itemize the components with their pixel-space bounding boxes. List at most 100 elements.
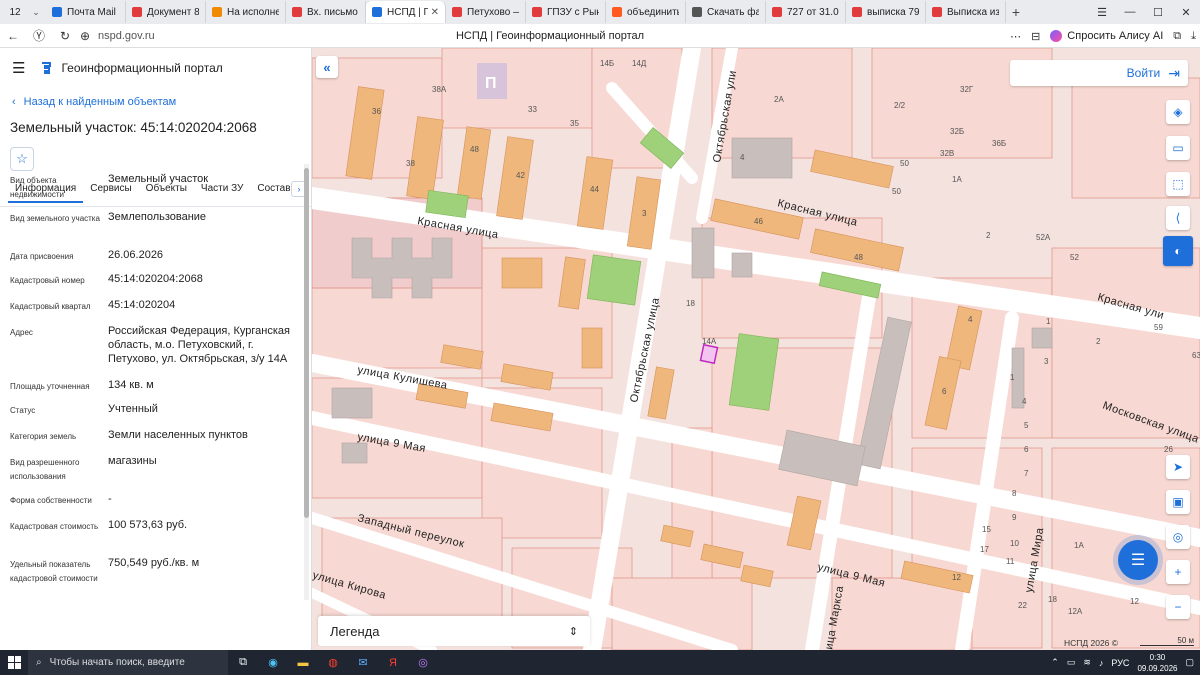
layers-icon[interactable]: ◈ [1166,100,1190,124]
property-key: Вид объекта недвижимости [10,176,64,199]
file-explorer-icon[interactable]: ▬ [288,650,318,675]
property-key: Форма собственности [10,496,92,505]
close-window-button[interactable]: ✕ [1172,6,1200,19]
browser-tab[interactable]: Документ 84... [126,1,206,23]
house-number-label: 48 [854,253,863,262]
zoom-in-button[interactable]: + [1166,560,1190,584]
wifi-icon[interactable]: ≋ [1083,657,1091,668]
property-key: Кадастровый номер [10,276,85,285]
notifications-icon[interactable]: ▢ [1185,657,1194,668]
house-number-label: 36 [372,107,381,116]
language-indicator[interactable]: РУС [1111,658,1129,668]
tab-label: ГПЗУ с Рынк... [547,6,599,18]
minimize-button[interactable]: — [1116,6,1144,18]
browser-tab[interactable]: выписка 791... [846,1,926,23]
property-key: Вид разрешенного использования [10,458,80,481]
tab-count-badge[interactable]: 12 [4,3,26,21]
collapse-panel-button[interactable]: « [316,56,338,78]
bookmark-icon[interactable]: ⊟ [1031,30,1040,43]
volume-icon[interactable]: ♪ [1099,658,1104,668]
browser-tab[interactable]: объединить ... [606,1,686,23]
yandex-icon[interactable]: Я [378,650,408,675]
hamburger-menu-icon[interactable]: ☰ [12,59,25,77]
page-menu-icon[interactable]: ⋯ [1010,30,1021,43]
property-value: 100 573,63 руб. [108,519,188,531]
house-number-label: 11 [1006,557,1015,566]
alice-button[interactable]: Спросить Алису AI [1050,30,1163,42]
new-tab-button[interactable]: + [1006,4,1026,20]
ruler-icon[interactable]: ▭ [1166,136,1190,160]
location-arrow-icon[interactable]: ➤ [1166,455,1190,479]
property-key: Кадастровая стоимость [10,522,99,531]
house-number-label: 7 [1024,469,1029,478]
menu-icon[interactable]: ☰ [1088,6,1116,19]
task-view-icon[interactable]: ⧉ [228,650,258,675]
network-icon[interactable]: ▭ [1067,657,1076,668]
taskbar-search[interactable]: ⌕ Чтобы начать поиск, введите [28,650,228,675]
browser-tab[interactable]: На исполнен... [206,1,286,23]
browser-tab[interactable]: Вх. письмо от... [286,1,366,23]
browser-tab[interactable]: ГПЗУ с Рынк... [526,1,606,23]
house-number-label: 50 [900,159,909,168]
house-number-label: 32В [940,149,954,158]
app-icon[interactable]: ◎ [408,650,438,675]
browser-tab[interactable]: Почта Mail [46,1,126,23]
property-value: - [108,493,112,505]
house-number-label: 63 [1192,351,1200,360]
edge-icon[interactable]: ◉ [258,650,288,675]
yandex-browser-icon[interactable]: ◍ [318,650,348,675]
chevron-up-icon[interactable]: ⌃ [1051,657,1059,668]
tab-label: объединить ... [627,6,679,18]
search-placeholder: Чтобы начать поиск, введите [49,657,185,668]
download-icon[interactable]: ⤓ [1191,30,1196,43]
system-tray: ⌃ ▭ ≋ ♪ РУС 0:30 09.09.2026 ▢ [1051,650,1194,675]
selected-parcel[interactable] [699,343,719,365]
minimap-icon[interactable]: ▣ [1166,490,1190,514]
map-scale: 50 м [1140,636,1194,646]
login-button[interactable]: Войти ⇥ [1010,60,1188,86]
scrollbar-thumb[interactable] [304,168,309,518]
property-value: Учтенный [108,403,158,415]
house-number-label: 18 [1048,595,1057,604]
login-label: Войти [1126,66,1161,80]
tab-favicon-icon [452,7,462,17]
portal-title: Геоинформационный портал [61,61,223,75]
chevron-left-icon: ‹ [12,96,16,108]
house-number-label: 4 [968,315,973,324]
browser-tab[interactable]: 727 от 31.08.2... [766,1,846,23]
property-list: Вид объекта недвижимости Земельный участо… [0,172,300,594]
zoom-out-button[interactable]: − [1166,595,1190,619]
share-icon[interactable]: ⟨ [1166,206,1190,230]
chat-assistant-button[interactable]: ☰ [1118,540,1158,580]
browser-tab[interactable]: Петухово — к... [446,1,526,23]
close-tab-icon[interactable]: ✕ [431,7,439,18]
map-view[interactable]: П Красная улица Красная улица Красная ул… [312,48,1200,650]
house-number-label: 22 [1018,601,1027,610]
favorite-star-button[interactable]: ☆ [10,147,34,171]
house-number-label: 33 [528,105,537,114]
mail-app-icon[interactable]: ✉ [348,650,378,675]
house-number-label: 48 [470,145,479,154]
geolocate-icon[interactable]: ◎ [1166,525,1190,549]
property-key: Дата присвоения [10,252,74,261]
browser-tab[interactable]: НСПД | Гео✕ [366,1,446,23]
house-number-label: 2 [1096,337,1101,346]
property-value: магазины [108,455,157,467]
windows-start-icon[interactable] [0,656,28,669]
back-to-results-link[interactable]: ‹ Назад к найденным объектам [12,96,311,108]
clock[interactable]: 0:30 09.09.2026 [1137,652,1177,674]
map-canvas[interactable]: П Красная улица Красная улица Красная ул… [312,48,1200,650]
maximize-button[interactable]: ☐ [1144,6,1172,19]
house-number-label: 8 [1012,489,1017,498]
legend-panel[interactable]: Легенда ⇕ [318,616,590,646]
house-number-label: 42 [516,171,525,180]
browser-tab[interactable]: Скачать файл... [686,1,766,23]
property-row: Адрес Российская Федерация, Курганская об… [0,324,300,378]
chevron-down-icon[interactable]: ⌄ [26,7,46,18]
select-area-icon[interactable]: ⬚ [1166,172,1190,196]
property-row: Площадь уточненная 134 кв. м [0,378,300,402]
browser-tab[interactable]: Выписка из Е... [926,1,1006,23]
extensions-icon[interactable]: ⧉ [1173,30,1181,43]
back-link-label: Назад к найденным объектам [23,96,177,108]
dashboard-icon[interactable]: ◐ [1163,236,1193,266]
